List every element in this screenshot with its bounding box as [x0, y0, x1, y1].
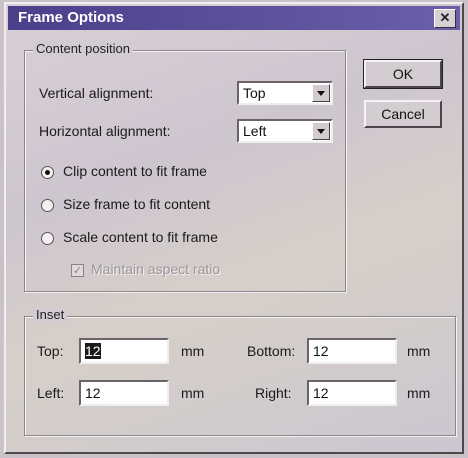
horizontal-alignment-select[interactable]: Left: [237, 119, 333, 143]
left-label: Left:: [37, 385, 65, 401]
cancel-button[interactable]: Cancel: [364, 100, 442, 128]
clip-content-label[interactable]: Clip content to fit frame: [63, 163, 207, 179]
bottom-value: 12: [313, 343, 329, 359]
maintain-aspect-label: Maintain aspect ratio: [91, 261, 221, 277]
top-value: 12: [85, 343, 101, 359]
chevron-down-icon[interactable]: [312, 84, 330, 102]
bottom-input[interactable]: 12: [307, 338, 397, 364]
left-value: 12: [85, 385, 101, 401]
bottom-label: Bottom:: [247, 343, 296, 359]
size-frame-label[interactable]: Size frame to fit content: [63, 196, 210, 212]
left-unit: mm: [181, 385, 205, 401]
content-position-legend: Content position: [33, 41, 133, 56]
clip-content-radio[interactable]: [41, 166, 54, 179]
content-position-group: Content position Vertical alignment: Top…: [24, 41, 346, 292]
right-label: Right:: [255, 385, 292, 401]
horizontal-alignment-label: Horizontal alignment:: [39, 123, 171, 139]
top-unit: mm: [181, 343, 205, 359]
right-input[interactable]: 12: [307, 380, 397, 406]
dialog-title: Frame Options: [18, 9, 124, 26]
vertical-alignment-select[interactable]: Top: [237, 81, 333, 105]
chevron-down-icon[interactable]: [312, 122, 330, 140]
scale-content-label[interactable]: Scale content to fit frame: [63, 229, 218, 245]
inset-group: Inset Top: 12 mm Bottom: 12 mm Left: 12 …: [24, 307, 456, 436]
top-label: Top:: [37, 343, 64, 359]
vertical-alignment-label: Vertical alignment:: [39, 85, 154, 101]
horizontal-alignment-value: Left: [243, 123, 267, 139]
check-icon: ✓: [72, 264, 83, 277]
bottom-unit: mm: [407, 343, 431, 359]
size-frame-radio[interactable]: [41, 199, 54, 212]
frame-options-dialog: Frame Options ✕ Content position Vertica…: [4, 2, 464, 454]
top-input[interactable]: 12: [79, 338, 169, 364]
close-icon: ✕: [439, 10, 451, 25]
left-input[interactable]: 12: [79, 380, 169, 406]
inset-legend: Inset: [33, 307, 68, 322]
ok-button[interactable]: OK: [363, 59, 443, 89]
scale-content-radio[interactable]: [41, 232, 54, 245]
maintain-aspect-checkbox[interactable]: ✓: [71, 264, 84, 277]
right-value: 12: [313, 385, 329, 401]
right-unit: mm: [407, 385, 431, 401]
title-bar: Frame Options ✕: [8, 6, 460, 30]
vertical-alignment-value: Top: [243, 85, 266, 101]
close-button[interactable]: ✕: [434, 9, 456, 28]
